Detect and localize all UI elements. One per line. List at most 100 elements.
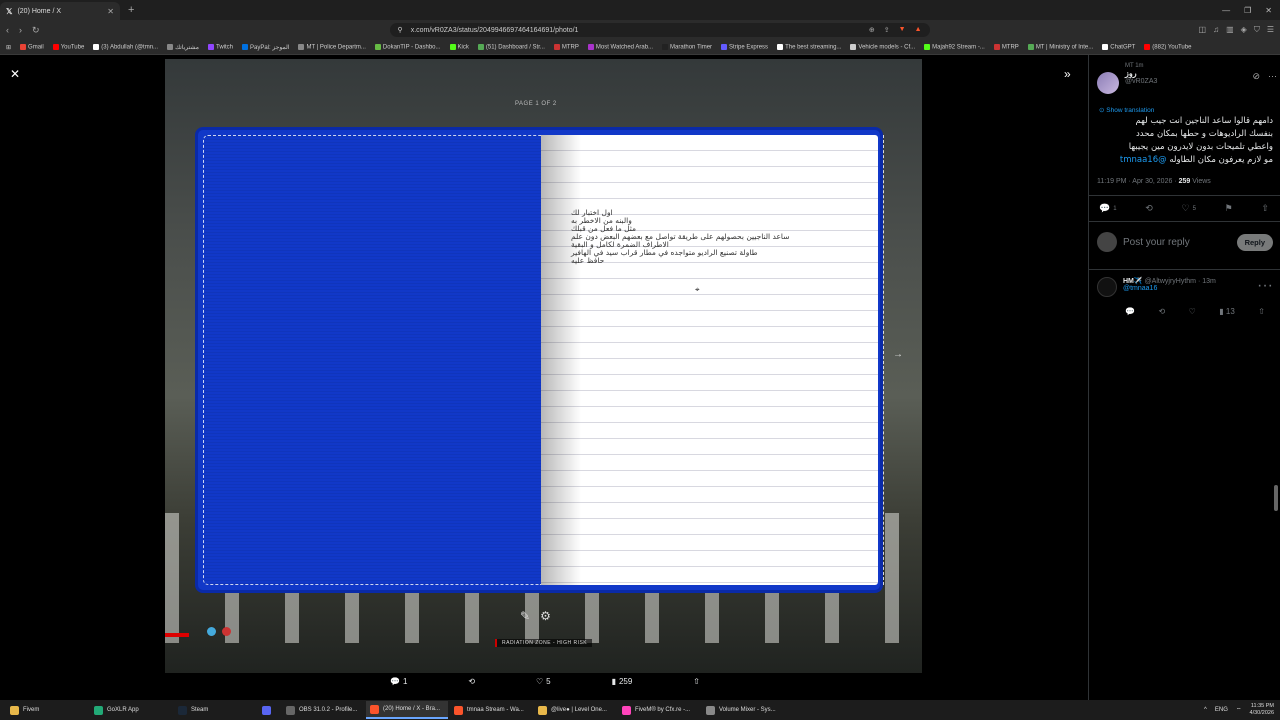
bookmark-item[interactable]: (51) Dashboard / Str... xyxy=(477,43,545,50)
close-icon[interactable]: ✕ xyxy=(10,67,20,81)
like-button[interactable]: ♡ 5 xyxy=(1182,203,1196,214)
tweet-author: MT 1m روز @vR0ZA3 ⊘ ··· xyxy=(1097,63,1277,94)
views-action[interactable]: ▮ 259 xyxy=(612,677,633,686)
reply-input[interactable]: Post your reply xyxy=(1123,237,1190,248)
forward-icon[interactable]: › xyxy=(19,25,22,35)
bookmark-item[interactable]: Gmail xyxy=(20,43,44,50)
minimize-button[interactable]: — xyxy=(1222,6,1230,15)
taskbar-item[interactable]: Volume Mixer - Sys... xyxy=(702,701,784,719)
repost-action[interactable]: ⟲ xyxy=(468,677,475,686)
taskbar-item[interactable]: OBS 31.0.2 - Profile... xyxy=(282,701,364,719)
network-icon[interactable]: ⌔ xyxy=(1236,706,1242,714)
brave-rewards-icon[interactable]: ▲ xyxy=(915,26,922,34)
share-button[interactable]: ⇧ xyxy=(1261,203,1269,214)
bookmark-item[interactable]: DokanTIP - Dashbo... xyxy=(374,43,441,50)
bookmark-item[interactable]: MTRP xyxy=(553,43,579,50)
site-info-icon[interactable]: ⚲ xyxy=(398,26,403,34)
new-tab-button[interactable]: + xyxy=(128,4,134,16)
zoom-icon[interactable]: ⊕ xyxy=(869,26,875,34)
reply-author-name[interactable]: HM✈️ xyxy=(1123,278,1143,285)
window-close-button[interactable]: ✕ xyxy=(1265,6,1272,15)
next-page-icon[interactable]: → xyxy=(893,349,903,360)
page-indicator: PAGE 1 OF 2 xyxy=(515,101,557,107)
author-name[interactable]: روز xyxy=(1125,69,1157,78)
game-screenshot[interactable]: PAGE 1 OF 2 اول اختبار لك والبنه من الاخ… xyxy=(165,59,922,673)
bookmark-item[interactable]: Stripe Express xyxy=(721,43,768,50)
reply-mention[interactable]: @tmnaa16 xyxy=(1123,285,1251,292)
tab-close-icon[interactable]: ✕ xyxy=(107,7,114,16)
taskbar-item[interactable]: Fivem xyxy=(6,701,88,719)
menu-icon[interactable]: ☰ xyxy=(1267,25,1274,35)
media-icon[interactable]: ♫ xyxy=(1213,25,1219,35)
x-logo-icon: 𝕏 xyxy=(6,6,13,16)
bookmark-item[interactable]: The best streaming... xyxy=(777,43,841,50)
bookmark-item[interactable]: Most Watched Arab... xyxy=(587,43,653,50)
grok-icon[interactable]: ⊘ xyxy=(1252,71,1260,94)
avatar[interactable] xyxy=(1097,72,1119,94)
more-icon[interactable]: ··· xyxy=(1257,277,1273,297)
bookmark-item[interactable]: MTRP xyxy=(993,43,1019,50)
author-handle[interactable]: @vR0ZA3 xyxy=(1125,78,1157,85)
like-action[interactable]: ♡ 5 xyxy=(536,677,551,686)
apps-icon[interactable]: ⊞ xyxy=(6,44,11,51)
url-field[interactable]: ⚲ x.com/vR0ZA3/status/204994669746416469… xyxy=(389,23,930,37)
reply-icon: 💬 xyxy=(390,677,400,686)
tweet-panel: MT 1m روز @vR0ZA3 ⊘ ··· ⊙ Show translati… xyxy=(1088,55,1280,700)
show-translation-link[interactable]: ⊙ Show translation xyxy=(1099,106,1154,114)
more-icon[interactable]: ··· xyxy=(1268,71,1277,94)
share-icon[interactable]: ⇧ xyxy=(1258,307,1265,316)
back-icon[interactable]: ‹ xyxy=(6,25,9,35)
clock[interactable]: 11:35 PM 4/30/2026 xyxy=(1250,703,1274,717)
bookmark-item[interactable]: ChatGPT xyxy=(1102,43,1135,50)
reply-icon[interactable]: 💬 xyxy=(1125,307,1135,316)
bookmark-item[interactable]: Majah92 Stream -... xyxy=(924,43,985,50)
bookmark-item[interactable]: مشترياتك xyxy=(167,43,199,51)
scrollbar[interactable] xyxy=(1274,485,1278,511)
reply-item[interactable]: HM✈️ @AltwyjryHythm · 13m @tmnaa16 ··· xyxy=(1097,277,1273,297)
avatar[interactable] xyxy=(1097,277,1117,297)
avatar xyxy=(1097,232,1117,252)
share-action[interactable]: ⇧ xyxy=(693,677,700,686)
repost-icon[interactable]: ⟲ xyxy=(1158,307,1165,316)
sidebar-icon[interactable]: ▥ xyxy=(1226,25,1234,35)
tab-home-x[interactable]: 𝕏 (20) Home / X ✕ xyxy=(0,2,120,20)
taskbar-item-discord[interactable] xyxy=(258,701,280,719)
bookmark-item[interactable]: (3) Abdullah (@tmn... xyxy=(93,43,158,50)
bookmark-item[interactable]: Marathon Timer xyxy=(662,43,712,50)
wallet-icon[interactable]: ◈ xyxy=(1241,25,1247,35)
views-count[interactable]: ▮ 13 xyxy=(1219,307,1235,316)
bookmark-item[interactable]: PayPal: الموجز xyxy=(242,43,289,51)
bookmark-item[interactable]: Kick xyxy=(449,43,469,50)
maximize-button[interactable]: ❐ xyxy=(1244,6,1251,15)
reply-author-handle[interactable]: @AltwyjryHythm · 13m xyxy=(1145,278,1216,285)
tray-chevron-icon[interactable]: ^ xyxy=(1204,707,1207,713)
brave-shields-icon[interactable]: ▼ xyxy=(899,26,906,34)
repost-button[interactable]: ⟲ xyxy=(1145,203,1153,214)
share-icon[interactable]: ⇪ xyxy=(884,26,890,34)
taskbar-item[interactable]: GoXLR App xyxy=(90,701,172,719)
mention-link[interactable]: @tmnaa16 xyxy=(1120,155,1167,165)
taskbar-item[interactable]: tmnaa Stream - Wa... xyxy=(450,701,532,719)
system-tray: ^ ENG ⌔ 11:35 PM 4/30/2026 xyxy=(1204,703,1274,717)
reply-action[interactable]: 💬 1 xyxy=(390,677,407,686)
heart-icon[interactable]: ♡ xyxy=(1189,307,1196,316)
taskbar-item[interactable]: (20) Home / X - Bra... xyxy=(366,701,448,719)
taskbar-item[interactable]: FiveM® by Cfx.re -... xyxy=(618,701,700,719)
bookmark-item[interactable]: MT | Police Departm... xyxy=(298,43,366,50)
bookmark-button[interactable]: ⚑ xyxy=(1225,203,1233,214)
taskbar-item[interactable]: Steam xyxy=(174,701,256,719)
collapse-panel-icon[interactable]: » xyxy=(1064,67,1071,81)
bookmark-item[interactable]: Twitch xyxy=(207,43,233,50)
bookmark-item[interactable]: YouTube xyxy=(52,43,84,50)
vpn-icon[interactable]: ⛉ xyxy=(1254,25,1260,35)
reload-icon[interactable]: ↻ xyxy=(32,25,40,36)
url-text: x.com/vR0ZA3/status/2049946697464164691/… xyxy=(410,26,579,34)
bookmark-item[interactable]: MT | Ministry of Inte... xyxy=(1027,43,1093,50)
bookmark-item[interactable]: (882) YouTube xyxy=(1144,43,1191,50)
extension-icon[interactable]: ◫ xyxy=(1199,25,1207,35)
taskbar-item[interactable]: @live● | Level One... xyxy=(534,701,616,719)
bookmark-item[interactable]: Vehicle models - Cf... xyxy=(850,43,915,50)
language-indicator[interactable]: ENG xyxy=(1215,707,1228,713)
reply-submit-button[interactable]: Reply xyxy=(1236,233,1273,251)
reply-button[interactable]: 💬 1 xyxy=(1099,203,1117,214)
